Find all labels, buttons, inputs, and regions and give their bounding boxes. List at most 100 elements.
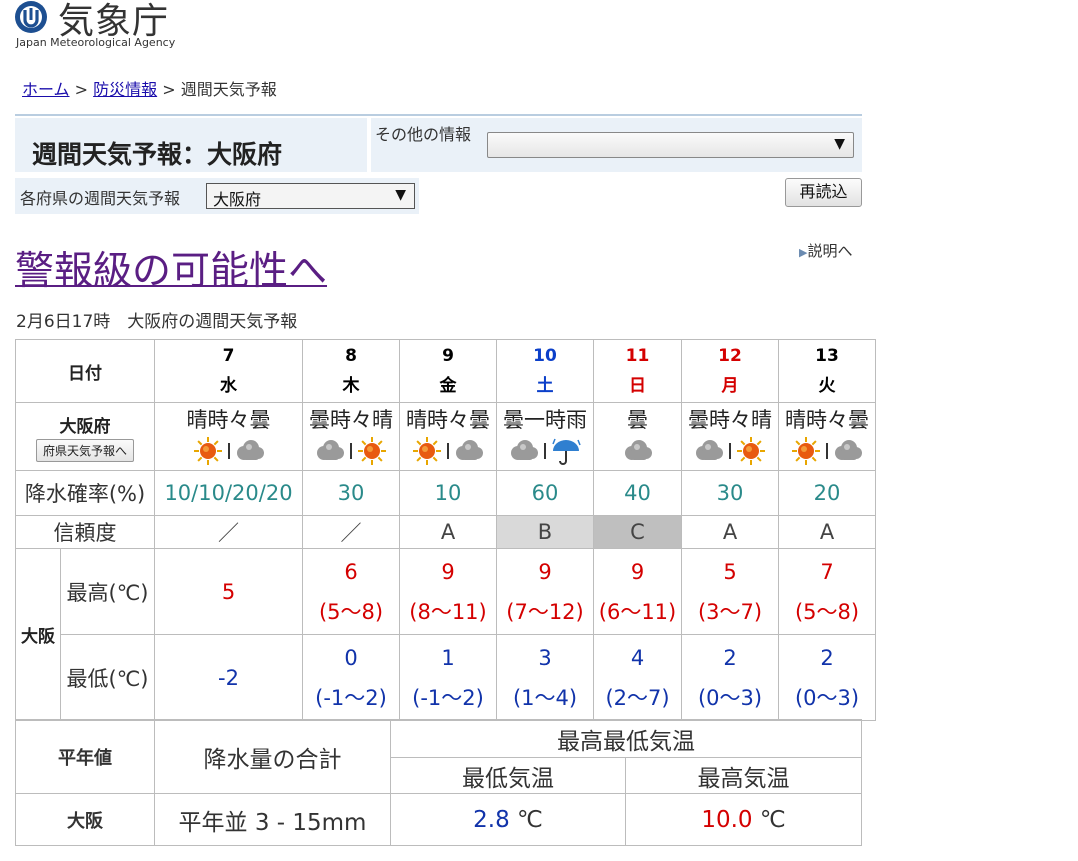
reliability-cell: ／ — [302, 515, 400, 549]
max-temp-range: (8～11) — [409, 599, 487, 624]
chevron-down-icon: ▼ — [395, 187, 406, 203]
pop-cell: 40 — [593, 470, 682, 516]
other-info-label: その他の情報 — [375, 125, 472, 144]
weather-icons — [400, 435, 496, 467]
weather-icons — [155, 435, 302, 467]
reliability-cell: A — [681, 515, 779, 549]
max-temp-cell: 5 — [154, 548, 303, 635]
cloud-icon — [236, 439, 264, 460]
weather-text: 晴時々曇 — [406, 407, 490, 432]
area-cell: 大阪府 府県天気予報へ — [15, 402, 155, 471]
day-number: 9 — [442, 346, 454, 366]
normals-header: 平年値 — [15, 719, 155, 794]
weather-icons — [682, 435, 778, 467]
weather-cell: 晴時々曇 — [778, 402, 876, 471]
sun-icon — [737, 436, 765, 465]
breadcrumb-home-link[interactable]: ホーム — [22, 80, 70, 99]
day-of-week: 月 — [721, 376, 739, 396]
min-temp-header: 最低気温 — [390, 757, 626, 794]
day-number: 11 — [625, 346, 650, 366]
min-temp-value: -2 — [218, 665, 239, 690]
prefecture-selector-box: 各府県の週間天気予報 大阪府 ▼ — [15, 178, 419, 214]
max-temp-value: 9 — [630, 559, 645, 584]
min-temp-value: 2 — [820, 645, 834, 670]
day-number: 7 — [222, 346, 235, 366]
breadcrumb-separator: > — [69, 80, 94, 99]
divider — [729, 442, 731, 459]
reliability-cell: A — [399, 515, 497, 549]
min-temp-range: (0～3) — [794, 685, 860, 710]
cloud-icon — [624, 439, 652, 460]
weather-text: 晴時々曇 — [186, 407, 271, 432]
min-temp-cell: -2 — [154, 634, 303, 721]
max-temp-cell: 9 (8～11) — [399, 548, 497, 635]
cloud-icon — [317, 439, 344, 460]
weather-cell: 曇時々晴 — [681, 402, 779, 471]
max-temp-row: 大阪 最高(℃) 5 6 (5～8) 9 (8～11) 9 (7～12) 9 (6～11) 5 (3… — [15, 548, 876, 721]
max-temp-value: 9 — [538, 559, 552, 584]
pop-cell: 10/10/20/20 — [154, 470, 303, 516]
weather-text: 曇時々晴 — [309, 407, 393, 432]
min-temp-range: (-1～2) — [315, 685, 387, 710]
reliability-label: 信頼度 — [15, 515, 155, 549]
min-temp-value: 0 — [344, 645, 358, 670]
pop-cell: 30 — [681, 470, 779, 516]
pop-row: 降水確率(%) 10/10/20/20 30 10 60 40 30 20 — [15, 470, 876, 516]
sun-icon — [358, 436, 386, 465]
day-of-week: 土 — [536, 376, 554, 396]
reliability-cell: B — [496, 515, 594, 549]
divider — [350, 442, 352, 459]
min-temp-normal-value: 2.8 — [473, 806, 510, 833]
explanation-link-label: 説明へ — [807, 242, 853, 260]
weather-text: 曇時々晴 — [688, 407, 772, 432]
breadcrumb-current: 週間天気予報 — [180, 80, 277, 99]
date-header: 日付 — [15, 339, 155, 403]
cloud-icon — [835, 439, 862, 460]
max-temp-value: 6 — [344, 559, 358, 584]
min-temp-value: 3 — [538, 645, 552, 670]
sun-icon — [413, 436, 441, 465]
date-cell: 8木 — [302, 339, 400, 403]
max-temp-value: 9 — [441, 559, 455, 584]
breadcrumb-disaster-link[interactable]: 防災情報 — [93, 80, 157, 99]
other-info-select[interactable]: ▼ — [487, 132, 854, 158]
min-temp-cell: 3 (1～4) — [496, 634, 594, 721]
max-temp-label: 最高(℃) — [60, 548, 155, 635]
day-of-week: 水 — [220, 376, 237, 396]
prefecture-select[interactable]: 大阪府 ▼ — [206, 183, 415, 209]
min-temp-range: (-1～2) — [412, 685, 484, 710]
day-of-week: 金 — [439, 376, 457, 396]
umbrella-icon — [552, 438, 581, 465]
title-panel: 週間天気予報：大阪府 その他の情報 ▼ — [15, 114, 862, 176]
weather-text: 晴時々曇 — [785, 407, 869, 432]
date-cell: 7水 — [154, 339, 303, 403]
min-temp-range: (1～4) — [512, 685, 578, 710]
warning-level-link[interactable]: 警報級の可能性へ — [15, 240, 327, 296]
divider — [447, 442, 449, 459]
max-temp-cell: 7 (5～8) — [778, 548, 876, 635]
explanation-link[interactable]: ▶説明へ — [799, 240, 852, 261]
max-temp-normal-value: 10.0 — [701, 806, 753, 833]
day-of-week: 木 — [342, 376, 360, 396]
max-temp-value: 5 — [723, 559, 737, 584]
min-temp-row: 最低(℃) -2 0 (-1～2) 1 (-1～2) 3 (1～4) 4 (2～7) 2 (0～3)… — [16, 634, 876, 721]
cloud-icon — [511, 439, 538, 460]
reload-button[interactable]: 再読込 — [785, 178, 862, 207]
min-temp-cell: 2 (0～3) — [778, 634, 876, 721]
divider — [826, 442, 828, 459]
city-name: 大阪 — [15, 548, 61, 721]
reliability-cell: C — [593, 515, 682, 549]
temp-unit: ℃ — [517, 806, 543, 833]
prefecture-forecast-button[interactable]: 府県天気予報へ — [35, 438, 134, 462]
min-temp-cell: 4 (2～7) — [593, 634, 682, 721]
jma-logo-icon[interactable] — [14, 0, 48, 34]
pop-label: 降水確率(%) — [15, 470, 155, 516]
min-temp-normal: 2.8 ℃ — [390, 793, 626, 846]
max-temp-cell: 9 (6～11) — [593, 548, 682, 635]
other-info-box: その他の情報 ▼ — [371, 118, 862, 172]
min-temp-range: (0～3) — [697, 685, 763, 710]
day-number: 10 — [533, 346, 557, 366]
temp-unit: ℃ — [759, 806, 786, 833]
weather-row: 大阪府 府県天気予報へ 晴時々曇 曇時々晴 晴時々曇 曇一時雨曇曇時々晴 晴時々曇 — [15, 402, 876, 471]
weather-icons — [594, 435, 681, 467]
